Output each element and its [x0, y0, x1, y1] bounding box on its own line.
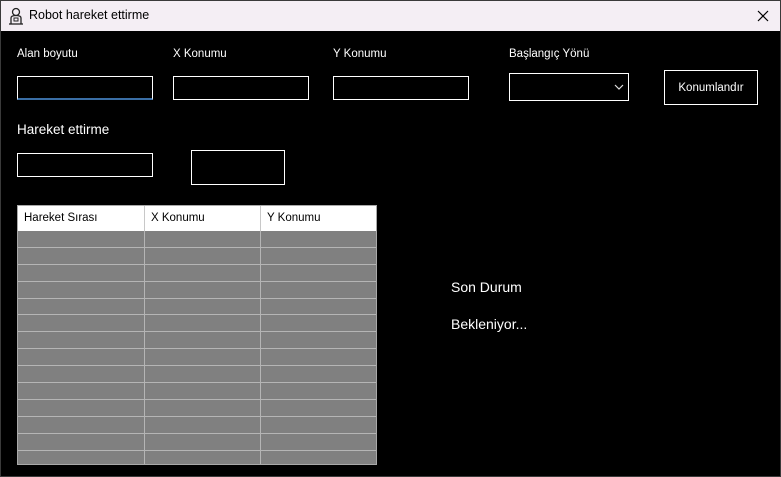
table-cell — [145, 315, 261, 332]
table-cell — [145, 231, 261, 247]
table-row — [18, 247, 376, 265]
table-cell — [261, 248, 376, 264]
x-position-input[interactable] — [173, 76, 309, 100]
start-direction-select[interactable] — [509, 73, 629, 101]
window-title: Robot hareket ettirme — [29, 8, 150, 22]
table-cell — [18, 383, 145, 399]
move-label: Hareket ettirme — [17, 122, 110, 137]
robot-icon — [8, 7, 24, 25]
table-cell — [18, 247, 145, 264]
table-cell — [18, 450, 145, 464]
table-cell — [145, 399, 261, 416]
status-heading: Son Durum — [451, 279, 522, 295]
table-cell — [18, 416, 145, 433]
table-cell — [261, 332, 376, 348]
table-row — [18, 281, 376, 299]
x-position-label: X Konumu — [173, 48, 227, 60]
table-row — [18, 298, 376, 316]
status-value: Bekleniyor... — [451, 316, 528, 332]
table-cell — [18, 298, 145, 315]
y-position-input[interactable] — [333, 76, 469, 100]
table-cell — [145, 366, 261, 383]
position-button[interactable]: Konumlandır — [664, 70, 758, 105]
table-cell — [18, 231, 145, 247]
table-cell — [145, 247, 261, 264]
table-cell — [145, 332, 261, 349]
table-row — [18, 433, 376, 451]
table-cell — [145, 383, 261, 399]
table-cell — [261, 282, 376, 298]
table-cell — [18, 399, 145, 416]
table-header: Hareket Sırası X Konumu Y Konumu — [18, 206, 376, 231]
chevron-down-icon[interactable] — [610, 74, 628, 100]
table-cell — [18, 332, 145, 349]
move-input[interactable] — [17, 153, 153, 177]
table-body — [18, 231, 376, 464]
table-row — [18, 332, 376, 350]
table-cell — [145, 281, 261, 298]
table-row — [18, 349, 376, 367]
table-cell — [261, 299, 376, 315]
table-cell — [261, 231, 376, 247]
table-cell — [145, 433, 261, 450]
column-header-y-position[interactable]: Y Konumu — [261, 206, 376, 231]
table-cell — [261, 383, 376, 399]
table-row — [18, 264, 376, 282]
table-cell — [145, 416, 261, 433]
table-row — [18, 416, 376, 434]
column-header-move-order[interactable]: Hareket Sırası — [18, 206, 145, 231]
table-row — [18, 315, 376, 333]
table-row — [18, 450, 376, 464]
table-cell — [261, 349, 376, 365]
table-cell — [18, 264, 145, 281]
table-cell — [261, 366, 376, 382]
table-cell — [261, 265, 376, 281]
table-cell — [261, 417, 376, 433]
movement-table[interactable]: Hareket Sırası X Konumu Y Konumu — [17, 205, 377, 465]
table-cell — [261, 451, 376, 464]
table-row — [18, 231, 376, 248]
area-size-input[interactable] — [17, 76, 153, 100]
table-row — [18, 366, 376, 384]
table-cell — [145, 298, 261, 315]
table-row — [18, 383, 376, 400]
table-cell — [261, 315, 376, 331]
table-cell — [145, 264, 261, 281]
move-button[interactable] — [191, 150, 285, 185]
table-cell — [18, 433, 145, 450]
table-cell — [18, 349, 145, 366]
title-bar: Robot hareket ettirme — [1, 1, 780, 31]
column-header-x-position[interactable]: X Konumu — [145, 206, 261, 231]
table-cell — [261, 434, 376, 450]
table-cell — [18, 281, 145, 298]
start-direction-label: Başlangıç Yönü — [509, 48, 590, 60]
table-cell — [261, 400, 376, 416]
area-size-label: Alan boyutu — [17, 48, 78, 60]
app-window: Robot hareket ettirme Alan boyutu X Konu… — [0, 0, 781, 477]
table-cell — [18, 366, 145, 383]
table-cell — [145, 349, 261, 366]
y-position-label: Y Konumu — [333, 48, 387, 60]
table-row — [18, 399, 376, 417]
table-cell — [18, 315, 145, 332]
table-cell — [145, 450, 261, 464]
close-icon[interactable] — [746, 1, 780, 31]
